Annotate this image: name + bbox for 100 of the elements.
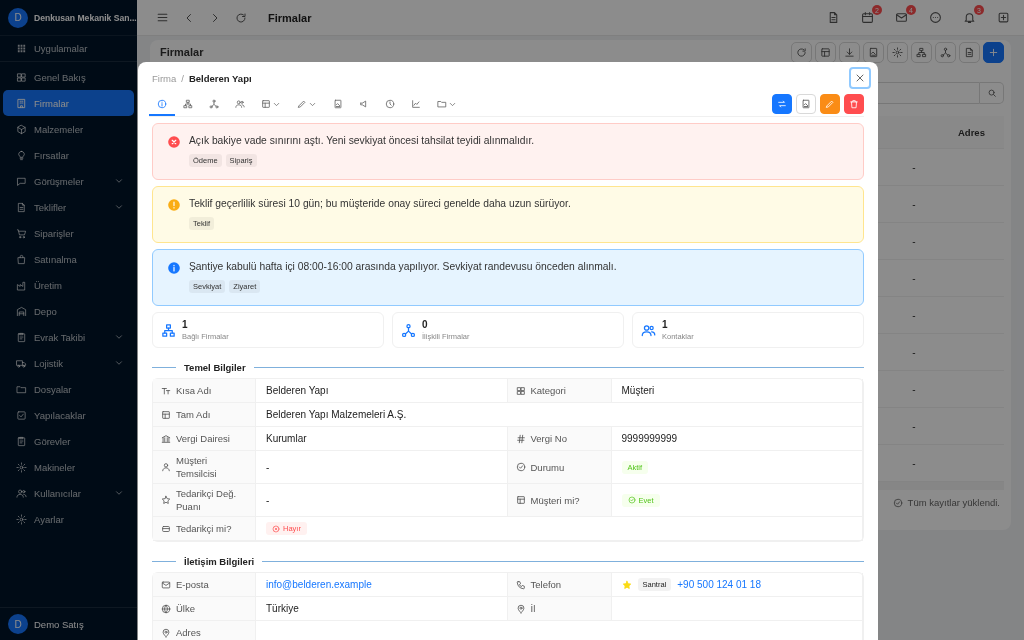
alert-message: Şantiye kabulü hafta içi 08:00-16:00 arasında yapılıyor. Sevkiyat randevusu önceden alınmalı. [189,260,617,274]
hierarchy-icon [161,322,176,338]
phone-link[interactable]: +90 500 124 01 18 [677,579,761,590]
table-cell: - [882,297,946,334]
checkbox-icon [16,409,27,421]
edit-button[interactable] [820,94,840,114]
factory-icon [16,279,27,291]
table-cell: - [882,186,946,223]
sidebar-item[interactable]: Makineler [3,454,134,480]
chat-bubble-icon [929,11,942,24]
error-icon [167,135,181,149]
search-button[interactable] [980,82,1004,104]
swap-icon [777,99,787,109]
table-cell: - [882,371,946,408]
sidebar-item[interactable]: Üretim [3,272,134,298]
document-icon [827,11,840,24]
bell-icon [963,11,976,24]
hash-icon [515,433,526,444]
sidebar-item[interactable]: Ayarlar [3,506,134,532]
table-cell: - [882,408,946,445]
sidebar-item[interactable]: Görüşmeler [3,168,134,194]
search-icon [986,88,997,98]
breadcrumb-link[interactable]: Firma [152,72,177,84]
toolbar-button[interactable] [839,41,860,63]
users-icon [235,99,245,109]
report-button[interactable] [796,94,816,114]
download-icon [844,46,855,58]
light-bulb-icon [16,149,27,161]
sidebar-item[interactable]: Uygulamalar [3,36,134,60]
field-value: - [266,461,270,473]
field-value: Kurumlar [266,433,307,444]
delete-button[interactable] [844,94,864,114]
building-icon [16,97,27,109]
user-icon [161,462,171,472]
pen-icon [825,99,835,109]
sidebar-item[interactable]: Genel Bakış [3,64,134,90]
stat-value: 1 [662,319,669,330]
stat-value: 1 [182,319,189,330]
clock-icon [385,99,395,109]
calendar-icon [861,11,874,24]
stat-value: 0 [422,319,429,330]
check-circle-icon [627,496,636,504]
network-icon [401,322,416,338]
field-value: Belderen Yapı [266,385,329,396]
sidebar-item[interactable]: Evrak Takibi [3,324,134,350]
email-link[interactable]: info@belderen.example [266,579,372,590]
sidebar-item[interactable]: Dosyalar [3,376,134,402]
hierarchy-icon [916,46,927,58]
globe-icon [161,603,171,614]
field-label: Adres [176,626,201,639]
text-size-icon [161,385,171,396]
pen-icon [297,99,307,109]
add-button[interactable] [983,41,1004,63]
sidebar-item[interactable]: Lojistik [3,350,134,376]
close-button[interactable] [849,67,871,89]
plus-icon [988,46,999,58]
sidebar-item[interactable]: Malzemeler [3,116,134,142]
warehouse-icon [16,305,27,317]
company-name: Denkusan Mekanik San... [34,12,137,23]
location-pin-icon [515,603,526,614]
field-label: Durumu [530,460,565,474]
settings-icon [16,461,27,473]
sidebar-item[interactable]: Teklifler [3,194,134,220]
table-icon [161,409,171,420]
sidebar-item[interactable]: Firmalar [3,90,134,116]
alert-message: Açık bakiye vade sınırını aştı. Yeni sevkiyat öncesi tahsilat teyidi alınmalıdır. [189,134,535,148]
network-icon [940,46,951,58]
sidebar-item[interactable]: Siparişler [3,220,134,246]
folder-icon [16,383,27,395]
field-label: İl [530,602,536,615]
sidebar-item[interactable]: Fırsatlar [3,142,134,168]
sidebar-item[interactable]: Kullanıcılar [3,480,134,506]
bag-icon [16,253,27,265]
menu-icon [156,11,169,24]
card-title: Firmalar [160,46,205,58]
clipboard-icon [16,435,27,447]
toolbar-button[interactable] [863,41,884,63]
x-circle-icon [272,524,280,533]
sidebar-item[interactable]: Yapılacaklar [3,402,134,428]
section-title: Temel Bilgiler [183,361,247,373]
truck-icon [16,357,27,369]
sidebar-item[interactable]: Depo [3,298,134,324]
field-label: Müşteri mi? [530,493,580,507]
squares-icon [515,385,526,396]
toolbar-button[interactable] [815,41,836,63]
table-icon [515,495,526,505]
sidebar-item[interactable]: Görevler [3,428,134,454]
mail-icon [161,579,171,590]
info-icon [167,261,181,275]
grid-icon [16,42,27,54]
check-circle-icon [892,497,903,508]
megaphone-icon [359,99,369,109]
sidebar-item[interactable]: Satınalma [3,246,134,272]
field-label: Kategori [530,384,566,397]
chat-icon [16,175,27,187]
field-label: Tedarikçi Değ. Puanı [176,487,238,513]
swap-button[interactable] [772,94,792,114]
table-icon [820,46,831,58]
field-label: Vergi Dairesi [176,432,230,445]
toolbar-button[interactable] [791,41,812,63]
